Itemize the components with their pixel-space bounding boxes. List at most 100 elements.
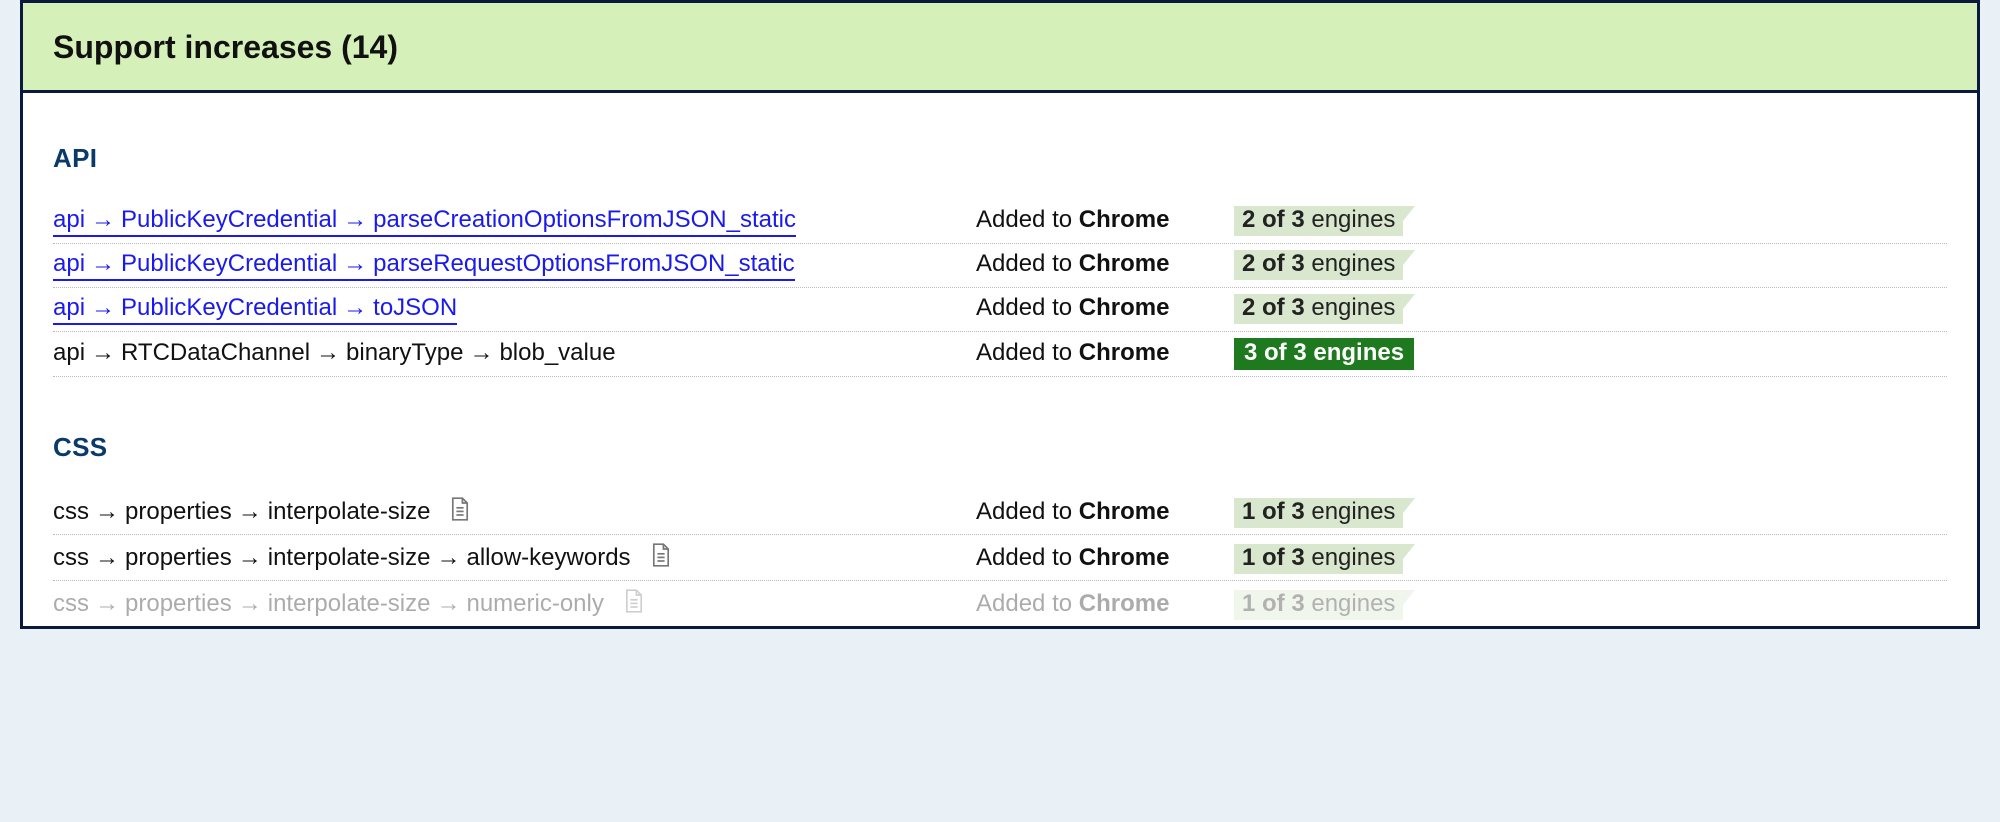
engines-badge: 1 of 3 engines	[1234, 544, 1403, 574]
arrow-icon: →	[343, 206, 367, 234]
engines-badge: 3 of 3 engines	[1234, 338, 1414, 370]
status-cell: Added to Chrome	[976, 206, 1226, 234]
feature-path: css→properties→interpolate-size→allow-ke…	[53, 541, 968, 572]
path-segment: properties	[125, 498, 232, 525]
table-row: api→PublicKeyCredential→parseCreationOpt…	[53, 200, 1947, 244]
engines-cell: 1 of 3 engines	[1234, 590, 1947, 620]
status-prefix: Added to	[976, 206, 1079, 233]
engines-badge: 2 of 3 engines	[1234, 294, 1403, 324]
arrow-icon: →	[238, 498, 262, 526]
table-row: css→properties→interpolate-size Added to…	[53, 489, 1947, 535]
path-segment: allow-keywords	[466, 544, 630, 571]
arrow-icon: →	[343, 250, 367, 278]
arrow-icon: →	[91, 339, 115, 367]
status-cell: Added to Chrome	[976, 250, 1226, 278]
engines-count: 1 of 3	[1242, 590, 1305, 617]
path-segment: PublicKeyCredential	[121, 250, 337, 277]
table-row: css→properties→interpolate-size→allow-ke…	[53, 535, 1947, 581]
path-segment: api	[53, 250, 85, 277]
status-cell: Added to Chrome	[976, 544, 1226, 572]
arrow-icon: →	[436, 544, 460, 572]
status-browser: Chrome	[1079, 590, 1170, 617]
path-segment: PublicKeyCredential	[121, 206, 337, 233]
arrow-icon: →	[238, 590, 262, 618]
path-segment: css	[53, 590, 89, 617]
spec-document-icon[interactable]	[624, 589, 644, 613]
arrow-icon: →	[238, 544, 262, 572]
engines-suffix: engines	[1305, 294, 1396, 321]
status-browser: Chrome	[1079, 498, 1170, 525]
feature-path: css→properties→interpolate-size→numeric-…	[53, 587, 968, 618]
arrow-icon: →	[95, 544, 119, 572]
engines-suffix: engines	[1305, 544, 1396, 571]
engines-badge: 2 of 3 engines	[1234, 206, 1403, 236]
arrow-icon: →	[316, 339, 340, 367]
engines-count: 3 of 3	[1244, 339, 1307, 366]
arrow-icon: →	[91, 250, 115, 278]
path-segment: blob_value	[499, 339, 615, 366]
path-segment: css	[53, 544, 89, 571]
status-prefix: Added to	[976, 294, 1079, 321]
engines-suffix: engines	[1305, 590, 1396, 617]
status-browser: Chrome	[1079, 294, 1170, 321]
engines-suffix: engines	[1305, 250, 1396, 277]
group-title-api: API	[53, 143, 1947, 174]
engines-count: 1 of 3	[1242, 498, 1305, 525]
arrow-icon: →	[95, 498, 119, 526]
status-prefix: Added to	[976, 498, 1079, 525]
path-segment: parseCreationOptionsFromJSON_static	[373, 206, 796, 233]
engines-badge: 2 of 3 engines	[1234, 250, 1403, 280]
path-segment: css	[53, 498, 89, 525]
table-row: api→PublicKeyCredential→parseRequestOpti…	[53, 244, 1947, 288]
status-prefix: Added to	[976, 590, 1079, 617]
arrow-icon: →	[95, 590, 119, 618]
path-segment: interpolate-size	[268, 498, 431, 525]
arrow-icon: →	[436, 590, 460, 618]
engines-cell: 2 of 3 engines	[1234, 250, 1947, 280]
path-segment: api	[53, 339, 85, 366]
engines-count: 2 of 3	[1242, 206, 1305, 233]
arrow-icon: →	[343, 294, 367, 322]
group-title-css: CSS	[53, 432, 1947, 463]
path-segment: toJSON	[373, 294, 457, 321]
spec-document-icon[interactable]	[450, 497, 470, 521]
status-prefix: Added to	[976, 544, 1079, 571]
status-browser: Chrome	[1079, 250, 1170, 277]
status-cell: Added to Chrome	[976, 294, 1226, 322]
engines-cell: 1 of 3 engines	[1234, 544, 1947, 574]
path-segment: api	[53, 294, 85, 321]
arrow-icon: →	[469, 339, 493, 367]
path-segment: api	[53, 206, 85, 233]
table-row: css→properties→interpolate-size→numeric-…	[53, 581, 1947, 626]
feature-path: api→RTCDataChannel→binaryType→blob_value	[53, 339, 968, 367]
table-row: api→PublicKeyCredential→toJSON Added to …	[53, 288, 1947, 332]
status-cell: Added to Chrome	[976, 339, 1226, 367]
path-segment: PublicKeyCredential	[121, 294, 337, 321]
status-prefix: Added to	[976, 339, 1079, 366]
path-segment: binaryType	[346, 339, 463, 366]
engines-cell: 2 of 3 engines	[1234, 294, 1947, 324]
section-header: Support increases (14)	[23, 0, 1977, 93]
feature-path[interactable]: api→PublicKeyCredential→toJSON	[53, 294, 968, 325]
path-segment: interpolate-size	[268, 590, 431, 617]
arrow-icon: →	[91, 206, 115, 234]
feature-path: css→properties→interpolate-size	[53, 495, 968, 526]
path-segment: parseRequestOptionsFromJSON_static	[373, 250, 795, 277]
engines-cell: 3 of 3 engines	[1234, 338, 1947, 370]
path-segment: properties	[125, 590, 232, 617]
feature-path[interactable]: api→PublicKeyCredential→parseCreationOpt…	[53, 206, 968, 237]
engines-suffix: engines	[1305, 498, 1396, 525]
status-prefix: Added to	[976, 250, 1079, 277]
status-browser: Chrome	[1079, 206, 1170, 233]
feature-path[interactable]: api→PublicKeyCredential→parseRequestOpti…	[53, 250, 968, 281]
table-row: api→RTCDataChannel→binaryType→blob_value…	[53, 332, 1947, 377]
engines-count: 2 of 3	[1242, 250, 1305, 277]
engines-suffix: engines	[1307, 339, 1404, 366]
engines-badge: 1 of 3 engines	[1234, 498, 1403, 528]
section-title: Support increases (14)	[53, 29, 398, 65]
arrow-icon: →	[91, 294, 115, 322]
section-body: API api→PublicKeyCredential→parseCreatio…	[23, 93, 1977, 626]
path-segment: RTCDataChannel	[121, 339, 310, 366]
spec-document-icon[interactable]	[651, 543, 671, 567]
support-changes-card: Support increases (14) API api→PublicKey…	[20, 0, 1980, 629]
